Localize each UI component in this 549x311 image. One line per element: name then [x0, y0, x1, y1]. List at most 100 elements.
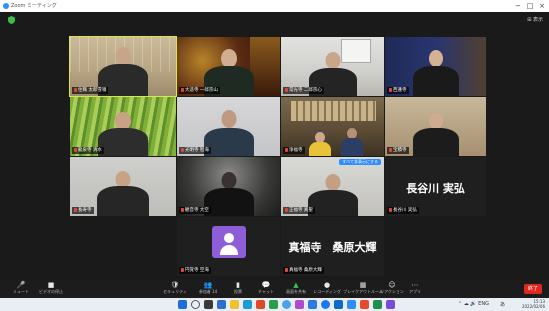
robe	[98, 128, 148, 156]
video-tile[interactable]: 観音寺 大空	[177, 157, 280, 216]
participant-name-text: 長寿寺	[78, 208, 92, 213]
file-explorer-icon[interactable]	[230, 300, 239, 309]
participant-video	[409, 108, 463, 156]
clock[interactable]: 15:13 2022/02/06	[522, 299, 545, 309]
participant-name: 宝積寺	[387, 147, 409, 154]
participant-name-text: 浄福寺	[289, 148, 303, 153]
participant-name: 真福寺 桑原大輝	[283, 267, 324, 274]
chat-icon: 💬	[261, 281, 271, 289]
muted-mic-icon	[181, 267, 184, 272]
word-icon[interactable]	[334, 300, 343, 309]
muted-mic-icon	[181, 87, 184, 92]
head	[221, 110, 236, 128]
hide-non-video-participants-badge[interactable]: すべて非表示にする	[339, 159, 381, 165]
breakout-rooms-button-label: ブレイクアウトルーム	[343, 289, 383, 294]
video-camera-icon: ■	[47, 281, 55, 289]
view-button[interactable]: ⊞ 表示	[527, 16, 543, 23]
video-tile[interactable]: 長寿寺	[70, 157, 176, 216]
head	[428, 113, 443, 129]
start-menu-icon[interactable]	[178, 300, 187, 309]
head	[325, 174, 340, 191]
teams-icon[interactable]	[386, 300, 395, 309]
maximize-button[interactable]: □	[525, 1, 535, 11]
stop-video-button-label: ビデオの停止	[39, 289, 63, 294]
line-app-icon[interactable]	[269, 300, 278, 309]
zoom-taskbar-icon[interactable]	[347, 300, 356, 309]
video-tile[interactable]: 円覚寺 空海	[177, 217, 280, 276]
participants-button[interactable]: 👥 参加者 14	[196, 280, 220, 298]
muted-mic-icon	[74, 87, 77, 92]
participant-name-text: 正福寺 真聖	[289, 208, 313, 213]
end-meeting-button[interactable]: 終了	[524, 284, 542, 294]
widgets-icon[interactable]	[217, 300, 226, 309]
participant-name: 浄福寺	[283, 147, 305, 154]
minimize-button[interactable]: −	[513, 1, 523, 11]
participant-name-text: 長谷川 実弘	[393, 208, 417, 213]
participant-name-text: 龍泉寺 清水	[78, 148, 102, 153]
body	[309, 142, 331, 156]
record-button[interactable]: ● レコーディング	[313, 280, 341, 298]
chrome-icon[interactable]	[282, 300, 291, 309]
security-button[interactable]: 🛡 セキュリティ	[162, 280, 188, 298]
video-tile[interactable]: 西蓮寺	[385, 37, 486, 96]
excel-icon[interactable]	[373, 300, 382, 309]
breakout-rooms-button[interactable]: ▦ ブレイクアウトルーム	[343, 280, 383, 298]
robe	[412, 66, 459, 96]
video-tile[interactable]: 大悲寺 一郎宗山	[177, 37, 280, 96]
video-tile[interactable]: すべて非表示にする 正福寺 真聖	[281, 157, 384, 216]
participant-name-text: 西蓮寺	[393, 88, 407, 93]
video-tile[interactable]: 宝積寺	[385, 97, 486, 156]
muted-mic-icon	[285, 147, 288, 152]
search-icon[interactable]	[191, 300, 200, 309]
video-tile[interactable]: 龍泉寺 清水	[70, 97, 176, 156]
muted-mic-icon	[74, 207, 77, 212]
participant-name-text: 宝積寺	[393, 148, 407, 153]
participant-name-text: 光明寺 智海	[185, 148, 209, 153]
wall-panels	[291, 101, 376, 121]
video-tile[interactable]: 真福寺 桑原大輝 真福寺 桑原大輝	[281, 217, 384, 276]
participant-name: 観音寺 大空	[179, 207, 211, 214]
polls-button-label: 投票	[234, 289, 242, 294]
task-view-icon[interactable]	[204, 300, 213, 309]
stop-video-button[interactable]: ■ ビデオの停止	[36, 280, 66, 298]
muted-mic-icon	[74, 147, 77, 152]
share-screen-button[interactable]: ▲ 画面を共有	[283, 280, 309, 298]
participant-name: 常光寺 二郎宗心	[283, 87, 324, 94]
facebook-icon[interactable]	[321, 300, 330, 309]
media-icon[interactable]	[295, 300, 304, 309]
input-method-indicator[interactable]: あ	[500, 301, 505, 308]
muted-mic-icon	[389, 87, 392, 92]
participant-name: 大悲寺 一郎宗山	[179, 87, 220, 94]
apps-button-label: アプリ	[409, 289, 421, 294]
participant-video	[93, 166, 153, 216]
powerpoint-icon[interactable]	[360, 300, 369, 309]
video-tile[interactable]: 常光寺 二郎宗心	[281, 37, 384, 96]
apps-button[interactable]: ⋯ アプリ	[406, 280, 424, 298]
security-button-label: セキュリティ	[163, 289, 187, 294]
office-icon[interactable]	[256, 300, 265, 309]
head	[428, 50, 443, 67]
share-screen-button-label: 画面を共有	[286, 289, 306, 294]
video-tile[interactable]: 住職 太郎雪嶺	[69, 36, 177, 97]
video-tile[interactable]: 浄福寺	[281, 97, 384, 156]
avatar-head	[223, 232, 234, 243]
participant-name: 長寿寺	[72, 207, 94, 214]
participant-video	[309, 130, 331, 156]
video-tile[interactable]: 光明寺 智海	[177, 97, 280, 156]
mail-icon[interactable]	[308, 300, 317, 309]
mute-button[interactable]: 🎤 ミュート	[10, 280, 32, 298]
video-tile[interactable]: 長谷川 実弘 長谷川 実弘	[385, 157, 486, 216]
participant-name: 光明寺 智海	[179, 147, 211, 154]
encryption-shield-icon[interactable]	[8, 16, 15, 24]
reactions-button[interactable]: ☺ リアクション	[378, 280, 406, 298]
participant-name: 長谷川 実弘	[387, 207, 419, 214]
robe	[307, 190, 358, 216]
system-tray[interactable]: ⌃ ☁ 🔊 ENG	[458, 301, 489, 307]
polls-button[interactable]: ▮ 投票	[228, 280, 248, 298]
close-button[interactable]: ×	[537, 1, 547, 11]
participant-name-text: 常光寺 二郎宗心	[289, 88, 322, 93]
participant-name: 正福寺 真聖	[283, 207, 315, 214]
chat-button[interactable]: 💬 チャット	[255, 280, 277, 298]
meeting-view: ⊞ 表示 住職 太郎雪嶺 大悲寺 一郎宗山 常光寺 二郎宗心 西蓮寺 龍泉寺 清…	[0, 12, 549, 279]
edge-browser-icon[interactable]	[243, 300, 252, 309]
